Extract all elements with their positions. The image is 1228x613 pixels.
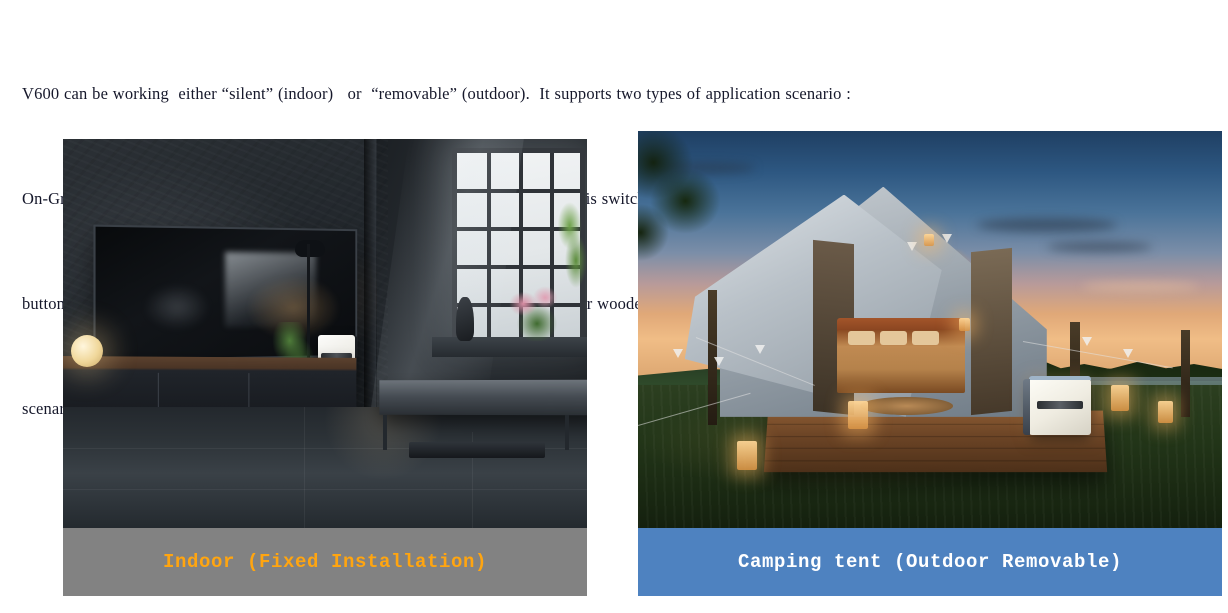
photo-camping-tent xyxy=(638,131,1222,528)
bunting-flag xyxy=(906,242,917,252)
power-station-top-accent xyxy=(1029,376,1091,380)
paragraph-line-1: V600 can be working either “silent” (ind… xyxy=(22,84,852,103)
floor-tile-line xyxy=(304,407,306,528)
bunting-flag xyxy=(1122,349,1133,359)
power-station-display-band xyxy=(1036,401,1084,409)
lantern xyxy=(1157,400,1173,423)
pillow xyxy=(848,331,875,346)
floor-rug xyxy=(859,396,954,415)
caption-indoor: Indoor (Fixed Installation) xyxy=(63,528,587,596)
string-light xyxy=(924,234,934,247)
tv-soft-reflection xyxy=(145,284,210,330)
deck-plank-line xyxy=(766,435,1105,437)
bunting-flag xyxy=(754,345,765,355)
deck-plank-line xyxy=(765,447,1106,449)
fence-post xyxy=(1181,329,1191,417)
decorative-vase xyxy=(456,296,475,342)
string-light xyxy=(959,317,970,332)
photo-indoor-living-room xyxy=(63,139,587,528)
bunting-flag xyxy=(673,349,684,359)
stacked-books xyxy=(408,442,546,458)
caption-outdoor: Camping tent (Outdoor Removable) xyxy=(638,528,1222,596)
tent-door-flap-right xyxy=(970,247,1012,416)
figure-outdoor: Camping tent (Outdoor Removable) xyxy=(638,131,1222,596)
portable-power-station xyxy=(1022,376,1091,435)
bunting-flag xyxy=(1081,337,1092,347)
lantern xyxy=(737,440,758,471)
bunting-flag xyxy=(941,234,952,244)
lantern xyxy=(848,400,869,429)
power-station-side-panel xyxy=(1022,379,1030,435)
pillow xyxy=(912,331,939,346)
wall-corner-column xyxy=(364,139,376,420)
outdoor-scene-art xyxy=(638,131,1222,528)
pillow xyxy=(880,331,907,346)
lantern xyxy=(1111,385,1129,411)
deck-plank-line xyxy=(765,460,1107,462)
figure-indoor: Indoor (Fixed Installation) xyxy=(63,139,587,596)
floor-tile-line xyxy=(63,489,587,491)
flower-arrangement xyxy=(503,279,572,342)
indoor-scene-art xyxy=(63,139,587,528)
bunting-flag xyxy=(713,357,724,367)
low-bench-table xyxy=(379,379,587,416)
